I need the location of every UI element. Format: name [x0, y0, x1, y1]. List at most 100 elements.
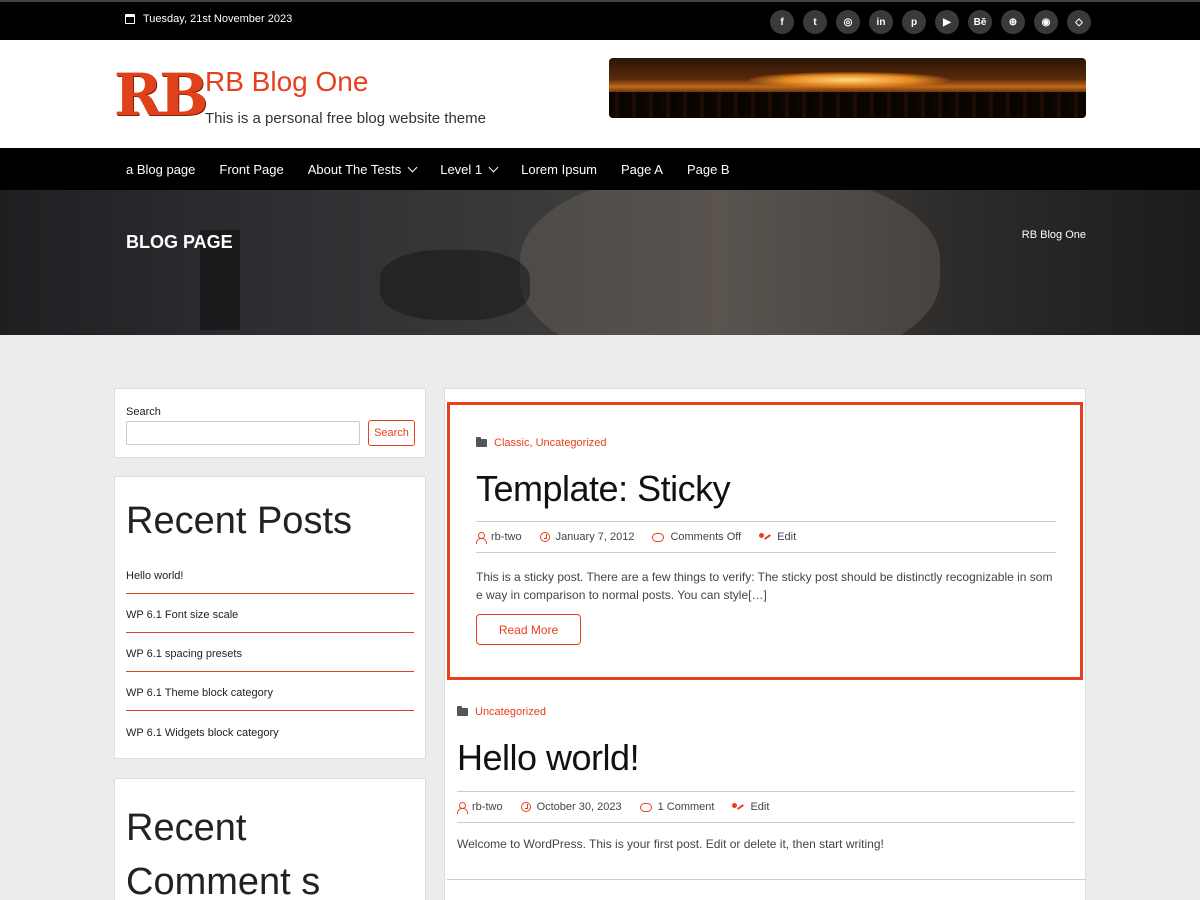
site-description: This is a personal free blog website the… [205, 110, 486, 127]
sticky-post: Classic, Uncategorized Template: Sticky … [447, 402, 1083, 680]
linkedin-icon[interactable]: in [869, 10, 893, 34]
folder-icon [457, 706, 468, 716]
date-text: January 7, 2012 [555, 531, 635, 543]
post-categories: Classic, Uncategorized [476, 437, 607, 449]
date-text: Tuesday, 21st November 2023 [143, 13, 293, 25]
nav-label: Front Page [219, 161, 284, 177]
breadcrumb[interactable]: RB Blog One [1022, 229, 1086, 241]
recent-posts-list: Hello world! WP 6.1 Font size scale WP 6… [126, 555, 414, 750]
recent-posts-title: Recent Posts [126, 500, 352, 542]
recent-posts-widget: Recent Posts Hello world! WP 6.1 Font si… [114, 476, 426, 759]
recent-comments-title: Recent Comment s [126, 807, 321, 900]
nav-item-blog-page[interactable]: a Blog page [126, 162, 195, 177]
search-widget: Search Search [114, 388, 426, 458]
post-title[interactable]: Template: Sticky [476, 468, 731, 510]
pinterest-icon[interactable]: p [902, 10, 926, 34]
page-hero: BLOG PAGE RB Blog One [0, 190, 1200, 335]
post-excerpt: Welcome to WordPress. This is your first… [457, 837, 884, 851]
author-name: rb-two [472, 801, 503, 813]
date-display: Tuesday, 21st November 2023 [125, 13, 292, 25]
site-title[interactable]: RB Blog One [205, 66, 368, 98]
edit-label: Edit [777, 531, 797, 543]
clock-icon [539, 532, 550, 542]
category-link[interactable]: Uncategorized [536, 437, 607, 449]
post-edit-link[interactable]: Edit [732, 801, 769, 813]
list-item[interactable]: WP 6.1 Widgets block category [126, 711, 414, 750]
hero-background-headphones [380, 250, 530, 320]
search-button[interactable]: Search [368, 420, 415, 446]
nav-label: a Blog page [126, 161, 196, 177]
category-link[interactable]: Uncategorized [475, 706, 546, 718]
clock-icon [520, 802, 531, 812]
nav-item-page-b[interactable]: Page B [687, 162, 730, 177]
nav-label: Lorem Ipsum [521, 161, 598, 177]
edit-user-icon [759, 532, 771, 542]
read-more-button[interactable]: Read More [476, 614, 581, 645]
calendar-icon [125, 14, 135, 24]
list-item[interactable]: WP 6.1 Theme block category [126, 672, 414, 711]
banner-stage-light [749, 72, 949, 88]
comments-text: Comments Off [670, 531, 742, 543]
post-excerpt: This is a sticky post. There are a few t… [476, 570, 1053, 602]
search-input[interactable] [126, 421, 360, 445]
post-hello-world: Uncategorized Hello world! rb-two Octobe… [447, 689, 1085, 889]
edit-user-icon [732, 802, 744, 812]
comments-text: 1 Comment [657, 801, 715, 813]
post-author[interactable]: rb-two [457, 801, 503, 814]
folder-icon [476, 437, 487, 447]
list-item[interactable]: WP 6.1 Font size scale [126, 594, 414, 633]
main-content: Classic, Uncategorized Template: Sticky … [444, 388, 1086, 900]
dribbble-icon[interactable]: ⊕ [1001, 10, 1025, 34]
nav-item-about-the-tests[interactable]: About The Tests [307, 161, 418, 177]
date-text: October 30, 2023 [536, 801, 622, 813]
facebook-icon[interactable]: f [770, 10, 794, 34]
hero-background-figure [520, 190, 940, 335]
post-meta: rb-two January 7, 2012 Comments Off Edit [476, 521, 1056, 553]
user-icon [476, 531, 487, 544]
author-name: rb-two [491, 531, 522, 543]
nav-label: Page B [686, 161, 730, 177]
edit-label: Edit [750, 801, 770, 813]
post-comments: Comments Off [652, 531, 741, 543]
header-banner-image [609, 58, 1086, 118]
nav-label: Level 1 [440, 161, 483, 177]
post-categories: Uncategorized [457, 706, 546, 718]
nav-label: About The Tests [307, 161, 402, 177]
github-icon[interactable]: ◉ [1034, 10, 1058, 34]
post-author[interactable]: rb-two [476, 531, 522, 544]
search-label: Search [126, 406, 161, 418]
youtube-icon[interactable]: ▶ [935, 10, 959, 34]
comment-icon [639, 802, 652, 812]
nav-label: Page A [621, 161, 663, 177]
post-title[interactable]: Hello world! [457, 737, 640, 779]
site-logo[interactable]: RB [114, 64, 208, 126]
nav-item-front-page[interactable]: Front Page [219, 162, 283, 177]
chevron-down-icon [488, 162, 499, 172]
post-edit-link[interactable]: Edit [759, 531, 796, 543]
post-divider [447, 879, 1085, 880]
nav-item-lorem-ipsum[interactable]: Lorem Ipsum [521, 162, 597, 177]
list-item[interactable]: Hello world! [126, 555, 414, 594]
post-meta: rb-two October 30, 2023 1 Comment Edit [457, 791, 1075, 823]
social-links: f t ◎ in p ▶ Bē ⊕ ◉ ◇ [770, 10, 1091, 34]
user-icon [457, 801, 468, 814]
post-comments[interactable]: 1 Comment [639, 801, 715, 813]
banner-crowd [609, 92, 1086, 118]
main-navigation: a Blog page Front Page About The Tests L… [0, 148, 1200, 190]
nav-item-page-a[interactable]: Page A [621, 162, 663, 177]
instagram-icon[interactable]: ◎ [836, 10, 860, 34]
comment-icon [652, 532, 665, 542]
recent-comments-widget: Recent Comment s [114, 778, 426, 900]
twitter-icon[interactable]: t [803, 10, 827, 34]
category-link[interactable]: Classic [494, 437, 529, 449]
post-date[interactable]: October 30, 2023 [520, 801, 622, 813]
nav-item-level-1[interactable]: Level 1 [440, 161, 499, 177]
site-header: RB RB Blog One This is a personal free b… [0, 40, 1200, 148]
chevron-down-icon [407, 162, 418, 172]
codepen-icon[interactable]: ◇ [1067, 10, 1091, 34]
post-date[interactable]: January 7, 2012 [539, 531, 635, 543]
list-item[interactable]: WP 6.1 spacing presets [126, 633, 414, 672]
top-bar: Tuesday, 21st November 2023 f t ◎ in p ▶… [0, 0, 1200, 40]
behance-icon[interactable]: Bē [968, 10, 992, 34]
page-title: BLOG PAGE [126, 232, 233, 252]
